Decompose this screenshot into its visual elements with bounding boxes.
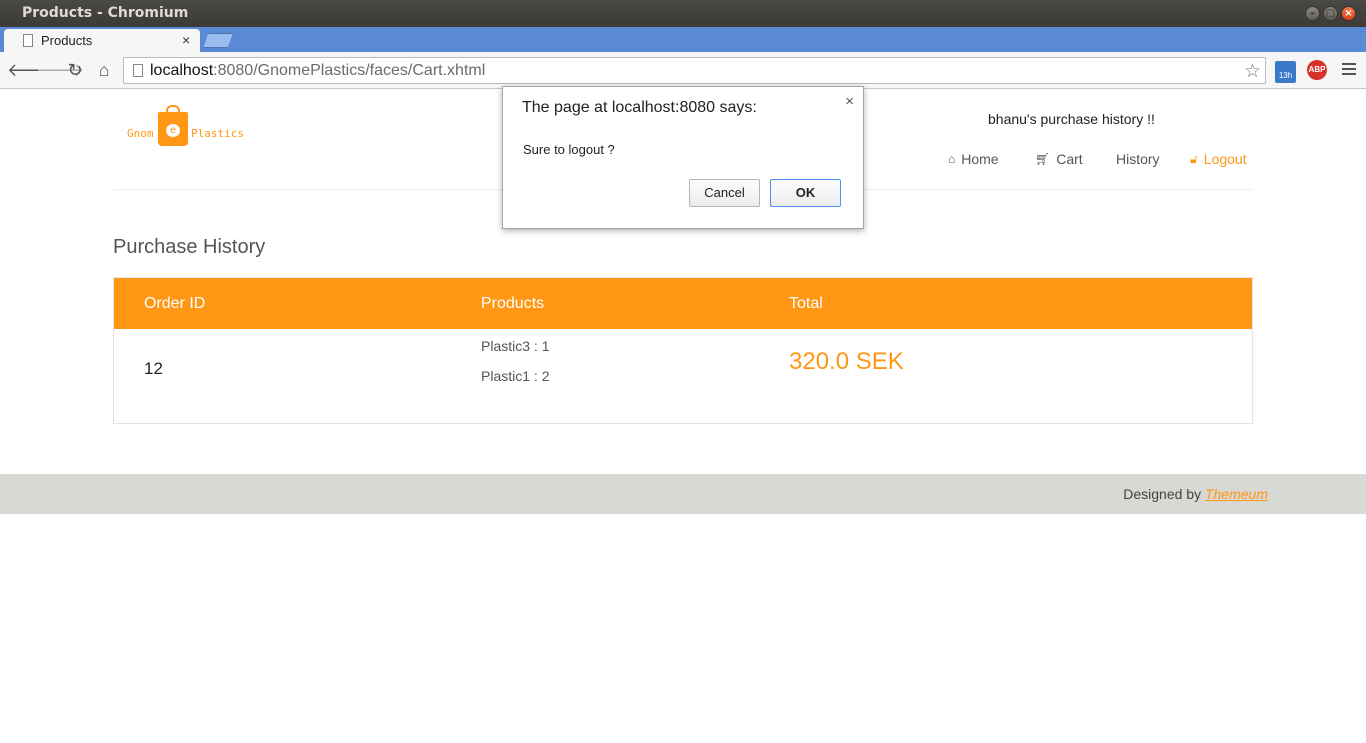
greeting-text: bhanu's purchase history !!	[988, 111, 1155, 127]
home-icon: ⌂	[948, 152, 956, 166]
unlock-icon: 🔓︎	[1190, 151, 1198, 166]
cart-icon: 🛒︎	[1035, 152, 1051, 166]
page-icon	[23, 34, 33, 47]
total-cell: 320.0 SEK	[789, 348, 904, 375]
page-title: Purchase History	[113, 236, 266, 258]
address-bar[interactable]: localhost:8080/GnomePlastics/faces/Cart.…	[123, 57, 1266, 84]
footer-credit: Designed by Themeum	[1123, 486, 1268, 502]
reload-icon[interactable]: ↻	[65, 61, 85, 81]
ok-button[interactable]: OK	[770, 179, 841, 207]
window-controls: – □ ×	[1305, 6, 1356, 21]
calendar-extension-icon[interactable]: 13h	[1275, 61, 1296, 83]
nav-logout[interactable]: 🔓︎ Logout	[1190, 151, 1247, 167]
product-line: Plastic3 : 1	[481, 338, 550, 354]
new-tab-button[interactable]	[203, 33, 233, 48]
dialog-close-icon[interactable]: ×	[845, 93, 854, 110]
browser-toolbar: 🡐 🡒 ↻ ⌂ localhost:8080/GnomePlastics/fac…	[0, 52, 1366, 89]
url-text[interactable]: localhost:8080/GnomePlastics/faces/Cart.…	[150, 62, 485, 80]
purchase-history-table: Order ID Products Total 12 Plastic3 : 1 …	[113, 277, 1253, 424]
window-title: Products - Chromium	[22, 5, 189, 21]
dialog-message: Sure to logout ?	[523, 142, 615, 157]
themeum-link[interactable]: Themeum	[1205, 486, 1268, 502]
nav-history[interactable]: History	[1116, 151, 1160, 167]
nav-home[interactable]: ⌂ Home	[948, 151, 999, 167]
bookmark-star-icon[interactable]: ☆	[1244, 60, 1261, 83]
back-icon[interactable]: 🡐	[7, 61, 55, 81]
maximize-button[interactable]: □	[1323, 6, 1338, 21]
window-titlebar: Products - Chromium – □ ×	[0, 0, 1366, 27]
column-header-order-id: Order ID	[144, 295, 206, 312]
product-line: Plastic1 : 2	[481, 368, 550, 384]
close-window-button[interactable]: ×	[1341, 6, 1356, 21]
nav-cart[interactable]: 🛒︎ Cart	[1035, 151, 1083, 167]
forward-icon[interactable]: 🡒	[36, 61, 84, 81]
tab-close-icon[interactable]: ×	[182, 32, 190, 48]
footer: Designed by Themeum	[0, 474, 1366, 514]
adblock-extension-icon[interactable]: ABP	[1307, 60, 1327, 80]
tab-strip: Products ×	[0, 27, 1366, 52]
table-header: Order ID Products Total	[114, 278, 1252, 329]
browser-menu-icon[interactable]	[1342, 63, 1356, 78]
tab-title: Products	[41, 33, 93, 48]
cancel-button[interactable]: Cancel	[689, 179, 760, 207]
minimize-button[interactable]: –	[1305, 6, 1320, 21]
column-header-total: Total	[789, 295, 823, 312]
confirm-dialog: The page at localhost:8080 says: × Sure …	[502, 86, 864, 229]
column-header-products: Products	[481, 295, 545, 312]
shopping-bag-icon: e	[158, 105, 188, 146]
home-button-icon[interactable]: ⌂	[94, 61, 114, 81]
tab-products[interactable]: Products ×	[4, 29, 200, 52]
dialog-title: The page at localhost:8080 says:	[522, 99, 757, 116]
order-id-cell: 12	[144, 359, 163, 378]
page-icon	[133, 64, 143, 77]
